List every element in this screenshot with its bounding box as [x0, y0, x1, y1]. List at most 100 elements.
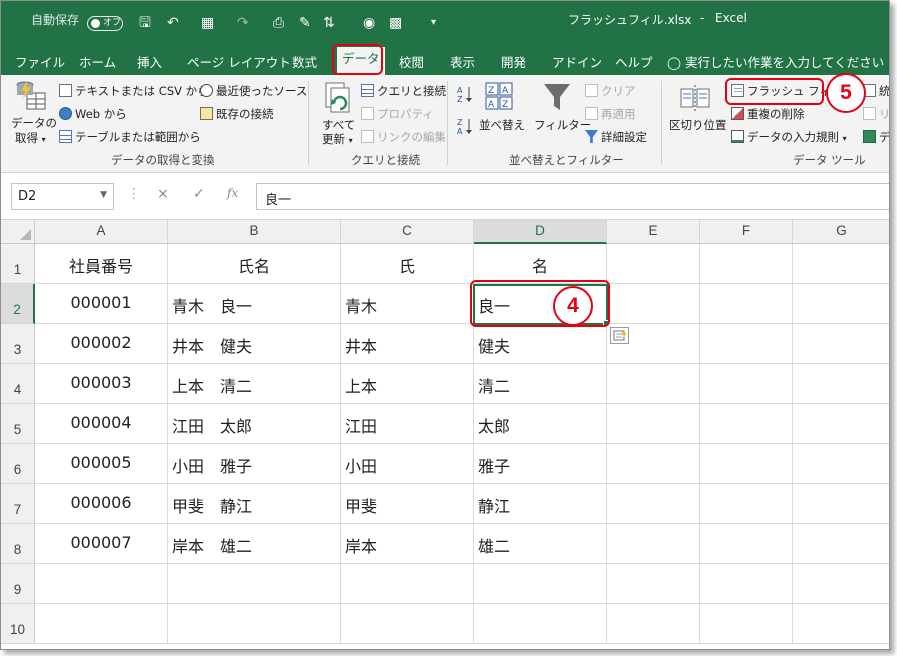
autosave-toggle[interactable]: オフ — [87, 16, 123, 31]
tab-review[interactable]: 校閲 — [399, 52, 424, 71]
cell-c9[interactable] — [341, 564, 474, 604]
tab-help[interactable]: ヘルプ — [615, 52, 653, 71]
cell-e9[interactable] — [607, 564, 700, 604]
tab-insert[interactable]: 挿入 — [137, 52, 162, 71]
sort-descending-icon[interactable]: ZA — [457, 117, 473, 139]
cell-c10[interactable] — [341, 604, 474, 644]
cell-f7[interactable] — [700, 484, 793, 524]
cell-e6[interactable] — [607, 444, 700, 484]
get-data-label-2[interactable]: 取得 ▾ — [15, 130, 46, 146]
cell-f8[interactable] — [700, 524, 793, 564]
sort-button-label[interactable]: 並べ替え — [479, 117, 525, 133]
cell-c2[interactable]: 青木 — [341, 284, 474, 324]
row-header-6[interactable]: 6 — [1, 444, 35, 484]
cell-a6[interactable]: 000005 — [35, 444, 168, 484]
cell-c1[interactable]: 氏 — [341, 244, 474, 284]
column-header-e[interactable]: E — [607, 220, 700, 244]
cell-g1[interactable] — [793, 244, 889, 284]
cell-b1[interactable]: 氏名 — [168, 244, 341, 284]
cell-a9[interactable] — [35, 564, 168, 604]
cell-f2[interactable] — [700, 284, 793, 324]
cell-a1[interactable]: 社員番号 — [35, 244, 168, 284]
tab-formulas[interactable]: 数式 — [292, 52, 317, 71]
cell-c8[interactable]: 岸本 — [341, 524, 474, 564]
row-header-1[interactable]: 1 — [1, 244, 35, 284]
refresh-all-icon[interactable] — [323, 81, 353, 115]
column-header-f[interactable]: F — [700, 220, 793, 244]
refresh-all-label-2[interactable]: 更新 ▾ — [322, 131, 353, 147]
flash-fill-qa-icon[interactable]: ⇅ — [323, 16, 335, 30]
cell-d9[interactable] — [474, 564, 607, 604]
tab-page-layout[interactable]: ページ レイアウト — [187, 52, 291, 71]
queries-connections-button[interactable]: クエリと接続 — [361, 83, 446, 99]
redo-icon[interactable]: ↷ — [237, 16, 249, 30]
cell-g9[interactable] — [793, 564, 889, 604]
row-header-8[interactable]: 8 — [1, 524, 35, 564]
cell-d8[interactable]: 雄二 — [474, 524, 607, 564]
cell-d6[interactable]: 雅子 — [474, 444, 607, 484]
column-header-a[interactable]: A — [35, 220, 168, 244]
existing-connections-button[interactable]: 既存の接続 — [200, 106, 274, 122]
row-header-3[interactable]: 3 — [1, 324, 35, 364]
row-header-4[interactable]: 4 — [1, 364, 35, 404]
cell-g4[interactable] — [793, 364, 889, 404]
cell-f1[interactable] — [700, 244, 793, 284]
cell-e10[interactable] — [607, 604, 700, 644]
cell-b3[interactable]: 井本 健夫 — [168, 324, 341, 364]
cell-f4[interactable] — [700, 364, 793, 404]
column-header-g[interactable]: G — [793, 220, 889, 244]
recent-sources-button[interactable]: 最近使ったソース — [200, 83, 307, 99]
cell-f10[interactable] — [700, 604, 793, 644]
from-table-button[interactable]: テーブルまたは範囲から — [59, 129, 201, 145]
cell-b8[interactable]: 岸本 雄二 — [168, 524, 341, 564]
cell-c5[interactable]: 江田 — [341, 404, 474, 444]
cell-f3[interactable] — [700, 324, 793, 364]
reapply-button[interactable]: 再適用 — [585, 106, 636, 122]
undo-icon[interactable]: ↶ — [167, 16, 179, 30]
cell-b6[interactable]: 小田 雅子 — [168, 444, 341, 484]
cell-b7[interactable]: 甲斐 静江 — [168, 484, 341, 524]
column-header-c[interactable]: C — [341, 220, 474, 244]
relationships-button[interactable]: リ — [863, 106, 889, 122]
get-data-icon[interactable] — [15, 79, 49, 113]
column-header-d[interactable]: D — [474, 220, 607, 244]
consolidate-button[interactable]: 統 — [863, 83, 889, 99]
cell-b10[interactable] — [168, 604, 341, 644]
borders-icon[interactable]: ▦ — [201, 16, 214, 30]
save-icon[interactable]: 🖫 — [139, 16, 151, 30]
cancel-icon[interactable]: × — [157, 186, 169, 202]
cell-g3[interactable] — [793, 324, 889, 364]
insert-function-icon[interactable]: fx — [227, 186, 238, 200]
remove-duplicates-button[interactable]: 重複の削除 — [731, 106, 805, 122]
from-web-button[interactable]: Web から — [59, 106, 127, 122]
enter-icon[interactable]: ✓ — [193, 186, 205, 202]
cell-g2[interactable] — [793, 284, 889, 324]
cell-g7[interactable] — [793, 484, 889, 524]
cell-a10[interactable] — [35, 604, 168, 644]
cell-a8[interactable]: 000007 — [35, 524, 168, 564]
cell-b2[interactable]: 青木 良一 — [168, 284, 341, 324]
print-preview-icon[interactable]: ⎙ — [273, 16, 284, 30]
cell-b9[interactable] — [168, 564, 341, 604]
cell-a7[interactable]: 000006 — [35, 484, 168, 524]
edit-links-button[interactable]: リンクの編集 — [361, 129, 446, 145]
cell-c7[interactable]: 甲斐 — [341, 484, 474, 524]
cell-b4[interactable]: 上本 清二 — [168, 364, 341, 404]
tell-me-box[interactable]: ◯ 実行したい作業を入力してください — [667, 52, 884, 71]
tab-addins[interactable]: アドイン — [552, 52, 602, 71]
name-box[interactable]: D2 ▼ — [11, 183, 114, 210]
from-text-csv-button[interactable]: テキストまたは CSV から — [59, 83, 209, 99]
cell-e8[interactable] — [607, 524, 700, 564]
cell-g5[interactable] — [793, 404, 889, 444]
filter-icon[interactable] — [542, 81, 572, 113]
format-painter-icon[interactable]: ✎ — [299, 16, 311, 30]
text-to-columns-icon[interactable] — [679, 83, 711, 113]
cell-d1[interactable]: 名 — [474, 244, 607, 284]
sort-dialog-icon[interactable]: ZAAZ — [485, 81, 515, 111]
cell-c3[interactable]: 井本 — [341, 324, 474, 364]
cell-d10[interactable] — [474, 604, 607, 644]
cell-g8[interactable] — [793, 524, 889, 564]
tab-view[interactable]: 表示 — [450, 52, 475, 71]
data-validation-button[interactable]: データの入力規則 ▾ — [731, 129, 847, 145]
cell-e7[interactable] — [607, 484, 700, 524]
